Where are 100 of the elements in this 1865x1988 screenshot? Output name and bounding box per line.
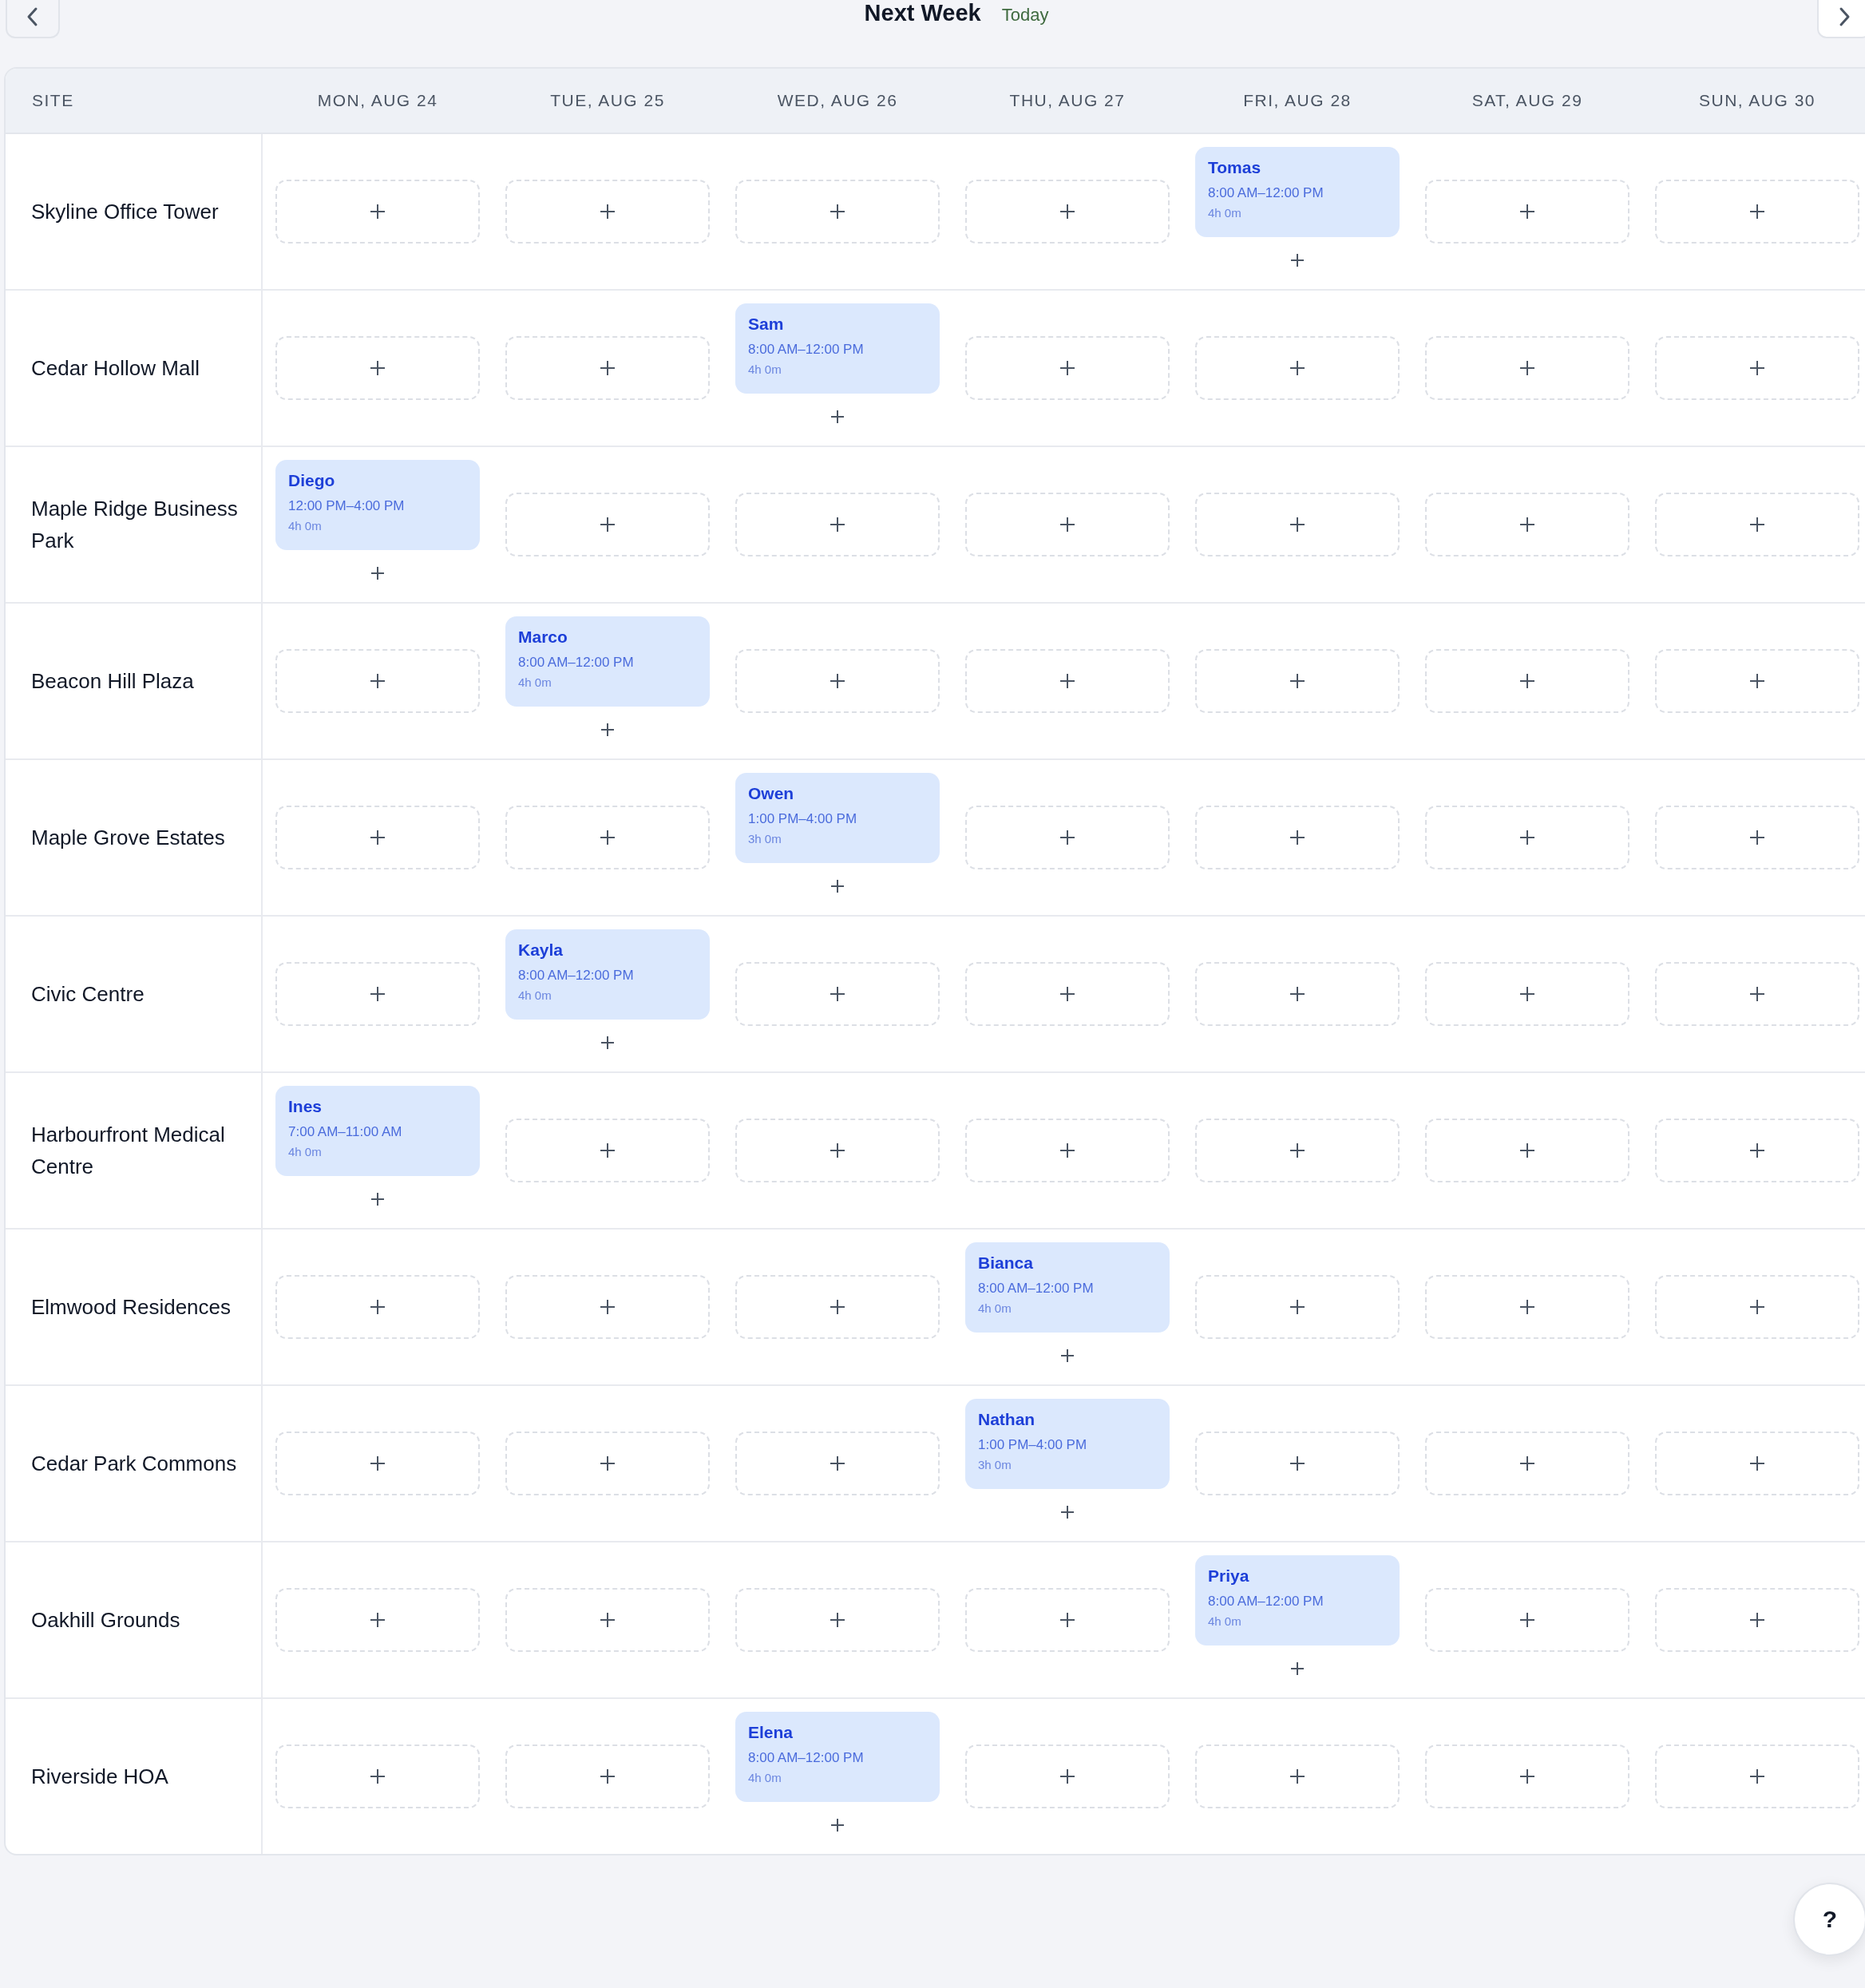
shift-card[interactable]: Nathan 1:00 PM–4:00 PM 3h 0m: [965, 1399, 1170, 1489]
previous-week-button[interactable]: [6, 0, 60, 38]
add-shift-slot[interactable]: [1425, 336, 1629, 400]
shift-card[interactable]: Sam 8:00 AM–12:00 PM 4h 0m: [735, 303, 940, 394]
add-shift-slot[interactable]: [505, 336, 710, 400]
add-shift-icon[interactable]: [1290, 1661, 1305, 1676]
shift-card[interactable]: Kayla 8:00 AM–12:00 PM 4h 0m: [505, 929, 710, 1020]
add-shift-icon[interactable]: [600, 723, 615, 737]
add-shift-slot[interactable]: [1655, 1432, 1859, 1495]
add-shift-slot[interactable]: [965, 649, 1170, 713]
add-shift-slot[interactable]: [735, 1275, 940, 1339]
add-shift-slot[interactable]: [1425, 1432, 1629, 1495]
shift-card[interactable]: Bianca 8:00 AM–12:00 PM 4h 0m: [965, 1242, 1170, 1333]
add-shift-slot[interactable]: [275, 1588, 480, 1652]
add-shift-slot[interactable]: [1655, 649, 1859, 713]
add-shift-slot[interactable]: [735, 493, 940, 556]
add-shift-slot[interactable]: [965, 1588, 1170, 1652]
add-shift-icon[interactable]: [1060, 1505, 1075, 1519]
add-shift-slot[interactable]: [965, 806, 1170, 869]
employee-name: Nathan: [978, 1409, 1035, 1430]
add-shift-slot[interactable]: [1655, 1744, 1859, 1808]
add-shift-slot[interactable]: [505, 180, 710, 244]
add-shift-slot[interactable]: [505, 806, 710, 869]
add-shift-slot[interactable]: [1195, 649, 1400, 713]
add-shift-slot[interactable]: [1425, 649, 1629, 713]
add-shift-slot[interactable]: [735, 1588, 940, 1652]
add-shift-slot[interactable]: [965, 1119, 1170, 1182]
add-shift-slot[interactable]: [275, 806, 480, 869]
today-link[interactable]: Today: [1001, 5, 1049, 26]
add-shift-slot[interactable]: [1195, 1744, 1400, 1808]
add-shift-slot[interactable]: [275, 180, 480, 244]
shift-card[interactable]: Owen 1:00 PM–4:00 PM 3h 0m: [735, 773, 940, 863]
add-shift-slot[interactable]: [1655, 1588, 1859, 1652]
help-button[interactable]: ?: [1793, 1883, 1865, 1956]
add-shift-slot[interactable]: [505, 1744, 710, 1808]
add-shift-slot[interactable]: [735, 1119, 940, 1182]
shift-duration: 4h 0m: [518, 675, 552, 691]
add-shift-slot[interactable]: [1425, 962, 1629, 1026]
shift-card[interactable]: Ines 7:00 AM–11:00 AM 4h 0m: [275, 1086, 480, 1176]
add-shift-slot[interactable]: [965, 180, 1170, 244]
add-shift-slot[interactable]: [1195, 493, 1400, 556]
add-shift-slot[interactable]: [735, 649, 940, 713]
add-shift-slot[interactable]: [1425, 180, 1629, 244]
add-shift-icon[interactable]: [830, 1818, 845, 1832]
add-shift-slot[interactable]: [505, 1275, 710, 1339]
add-shift-icon[interactable]: [370, 1192, 385, 1206]
add-shift-icon[interactable]: [830, 410, 845, 424]
add-shift-slot[interactable]: [1195, 336, 1400, 400]
add-shift-slot[interactable]: [505, 1432, 710, 1495]
next-week-button[interactable]: [1817, 0, 1865, 38]
add-shift-slot[interactable]: [275, 336, 480, 400]
add-shift-slot[interactable]: [1425, 806, 1629, 869]
add-shift-slot[interactable]: [1655, 962, 1859, 1026]
add-shift-slot[interactable]: [505, 1119, 710, 1182]
plus-icon: [1059, 1768, 1075, 1784]
shift-card[interactable]: Tomas 8:00 AM–12:00 PM 4h 0m: [1195, 147, 1400, 237]
add-shift-slot[interactable]: [275, 1432, 480, 1495]
shift-card[interactable]: Elena 8:00 AM–12:00 PM 4h 0m: [735, 1712, 940, 1802]
add-shift-slot[interactable]: [1655, 806, 1859, 869]
add-shift-icon[interactable]: [1290, 253, 1305, 267]
add-shift-slot[interactable]: [1425, 1744, 1629, 1808]
shift-card[interactable]: Priya 8:00 AM–12:00 PM 4h 0m: [1195, 1555, 1400, 1645]
add-shift-slot[interactable]: [965, 493, 1170, 556]
add-shift-slot[interactable]: [275, 1744, 480, 1808]
add-shift-icon[interactable]: [830, 879, 845, 893]
add-shift-slot[interactable]: [1425, 493, 1629, 556]
add-shift-slot[interactable]: [965, 1744, 1170, 1808]
plus-icon: [600, 204, 616, 220]
add-shift-slot[interactable]: [735, 180, 940, 244]
add-shift-slot[interactable]: [505, 493, 710, 556]
add-shift-slot[interactable]: [965, 962, 1170, 1026]
add-shift-slot[interactable]: [1425, 1588, 1629, 1652]
add-shift-slot[interactable]: [505, 1588, 710, 1652]
add-shift-slot[interactable]: [1655, 1275, 1859, 1339]
add-shift-slot[interactable]: [1655, 1119, 1859, 1182]
shift-duration: 4h 0m: [978, 1301, 1012, 1317]
add-shift-slot[interactable]: [965, 336, 1170, 400]
add-shift-slot[interactable]: [735, 962, 940, 1026]
add-shift-slot[interactable]: [735, 1432, 940, 1495]
add-shift-slot[interactable]: [1195, 806, 1400, 869]
plus-icon: [1749, 673, 1765, 689]
add-shift-slot[interactable]: [1195, 1275, 1400, 1339]
add-shift-slot[interactable]: [1655, 336, 1859, 400]
add-shift-slot[interactable]: [275, 649, 480, 713]
add-shift-slot[interactable]: [275, 962, 480, 1026]
add-shift-slot[interactable]: [1195, 1432, 1400, 1495]
employee-name: Priya: [1208, 1566, 1249, 1586]
add-shift-slot[interactable]: [1425, 1119, 1629, 1182]
plus-icon: [600, 830, 616, 845]
add-shift-slot[interactable]: [275, 1275, 480, 1339]
shift-card[interactable]: Marco 8:00 AM–12:00 PM 4h 0m: [505, 616, 710, 707]
add-shift-slot[interactable]: [1655, 180, 1859, 244]
shift-card[interactable]: Diego 12:00 PM–4:00 PM 4h 0m: [275, 460, 480, 550]
add-shift-slot[interactable]: [1655, 493, 1859, 556]
add-shift-slot[interactable]: [1195, 962, 1400, 1026]
add-shift-icon[interactable]: [600, 1036, 615, 1050]
add-shift-icon[interactable]: [370, 566, 385, 580]
add-shift-icon[interactable]: [1060, 1348, 1075, 1363]
add-shift-slot[interactable]: [1425, 1275, 1629, 1339]
add-shift-slot[interactable]: [1195, 1119, 1400, 1182]
